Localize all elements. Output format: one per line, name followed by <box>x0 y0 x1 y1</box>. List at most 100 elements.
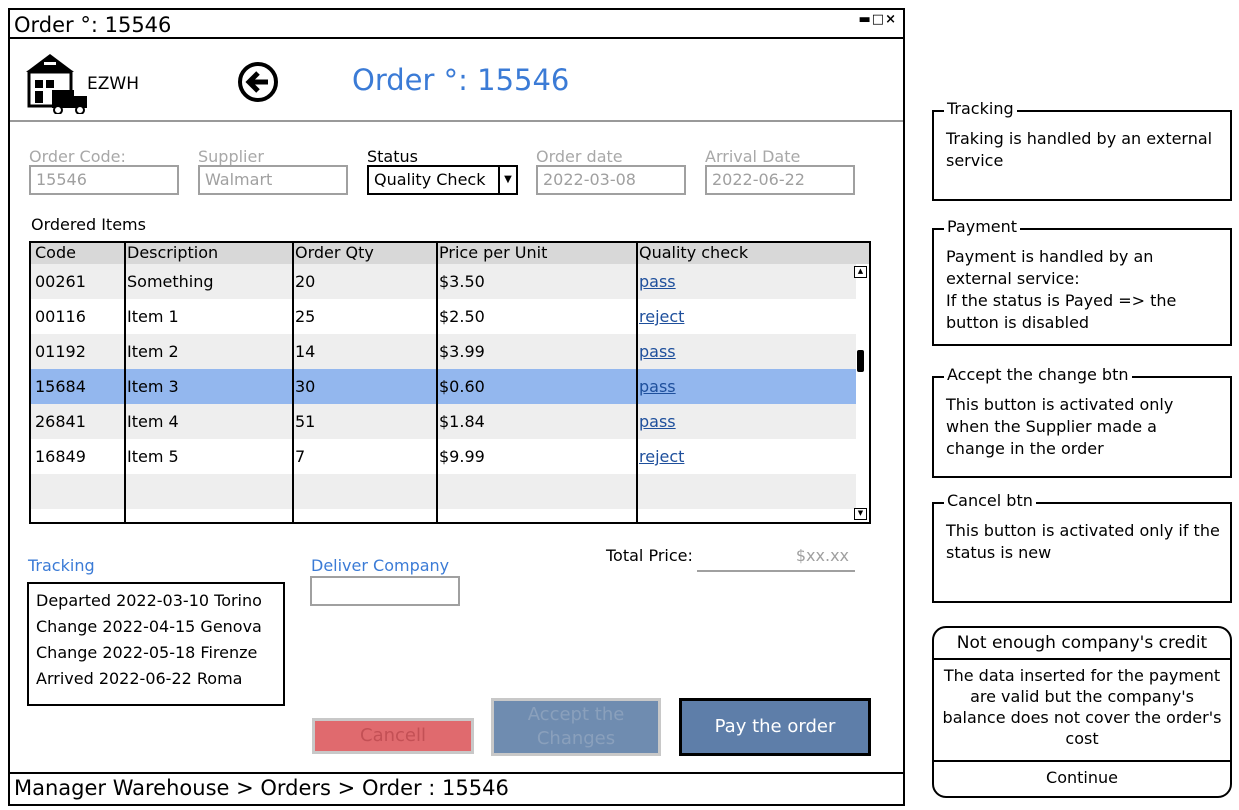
cell-code: 15684 <box>35 377 86 396</box>
cell-code: 01192 <box>35 342 86 361</box>
quality-link[interactable]: pass <box>639 377 676 396</box>
ordered-items-table: Code Description Order Qty Price per Uni… <box>29 241 871 524</box>
quality-link[interactable]: reject <box>639 307 684 326</box>
note-body: This button is activated only if the sta… <box>946 521 1220 562</box>
table-row[interactable]: 01192 Item 2 14 $3.99 pass <box>31 334 856 369</box>
quality-link[interactable]: reject <box>639 447 684 466</box>
total-price-label: Total Price: <box>606 546 693 565</box>
column-header-description[interactable]: Description <box>127 243 218 262</box>
table-row[interactable]: 00261 Something 20 $3.50 pass <box>31 264 856 299</box>
pay-order-button[interactable]: Pay the order <box>679 698 871 756</box>
window-controls: ▬□× <box>859 12 898 27</box>
note-accept-change: Accept the change btn This button is act… <box>932 365 1232 478</box>
tracking-list: Departed 2022-03-10 Torino Change 2022-0… <box>27 582 285 706</box>
column-header-price[interactable]: Price per Unit <box>439 243 547 262</box>
logo-text: EZWH <box>87 74 139 94</box>
cell-qty: 14 <box>295 342 316 361</box>
cell-description: Something <box>127 272 214 291</box>
scroll-up-icon[interactable]: ▲ <box>854 266 867 278</box>
cell-code: 00116 <box>35 307 86 326</box>
accept-changes-button[interactable]: Accept the Changes <box>491 698 661 756</box>
continue-button[interactable]: Continue <box>934 760 1230 796</box>
table-row-empty[interactable] <box>31 474 856 509</box>
minimize-icon[interactable]: ▬ <box>859 12 872 27</box>
scroll-thumb[interactable] <box>857 350 864 372</box>
table-row-empty[interactable] <box>31 509 856 522</box>
column-divider <box>292 243 294 522</box>
status-label: Status <box>367 147 418 166</box>
order-date-field[interactable]: 2022-03-08 <box>536 165 686 195</box>
table-row[interactable]: 16849 Item 5 7 $9.99 reject <box>31 439 856 474</box>
status-dropdown[interactable]: Quality Check ▼ <box>367 165 518 195</box>
arrival-date-label: Arrival Date <box>705 147 801 166</box>
quality-link[interactable]: pass <box>639 342 676 361</box>
chevron-down-icon[interactable]: ▼ <box>498 167 516 193</box>
cell-code: 00261 <box>35 272 86 291</box>
deliver-company-field[interactable] <box>310 576 460 606</box>
cell-qty: 25 <box>295 307 316 326</box>
column-divider <box>124 243 126 522</box>
breadcrumb-bar: Manager Warehouse > Orders > Order : 155… <box>10 772 903 804</box>
tracking-entry: Departed 2022-03-10 Torino <box>36 591 262 610</box>
scroll-down-icon[interactable]: ▼ <box>854 508 867 520</box>
column-divider <box>636 243 638 522</box>
cell-description: Item 1 <box>127 307 179 326</box>
page-title: Order °: 15546 <box>352 63 570 97</box>
arrival-date-field[interactable]: 2022-06-22 <box>705 165 855 195</box>
maximize-icon[interactable]: □ <box>872 12 885 27</box>
column-header-quality[interactable]: Quality check <box>639 243 748 262</box>
note-body: Payment is handled by an external servic… <box>946 247 1177 332</box>
note-tracking: Tracking Traking is handled by an extern… <box>932 99 1232 201</box>
header-divider <box>10 120 903 122</box>
credit-error-dialog: Not enough company's credit The data ins… <box>932 626 1232 798</box>
tracking-entry: Change 2022-05-18 Firenze <box>36 643 258 662</box>
tracking-entry: Arrived 2022-06-22 Roma <box>36 669 243 688</box>
ordered-items-title: Ordered Items <box>31 215 146 234</box>
note-cancel: Cancel btn This button is activated only… <box>932 491 1232 603</box>
dialog-divider <box>934 658 1230 660</box>
cell-description: Item 4 <box>127 412 179 431</box>
breadcrumb: Manager Warehouse > Orders > Order : 155… <box>14 776 509 800</box>
cell-description: Item 2 <box>127 342 179 361</box>
note-body: Traking is handled by an external servic… <box>946 129 1213 170</box>
back-arrow-icon[interactable] <box>237 61 279 103</box>
supplier-field[interactable]: Walmart <box>198 165 348 195</box>
window-title: Order °: 15546 <box>14 13 172 37</box>
table-scrollbar[interactable]: ▲ ▼ <box>852 264 869 522</box>
column-header-code[interactable]: Code <box>35 243 76 262</box>
table-row[interactable]: 00116 Item 1 25 $2.50 reject <box>31 299 856 334</box>
cell-description: Item 3 <box>127 377 179 396</box>
cell-price: $3.99 <box>439 342 485 361</box>
dialog-title: Not enough company's credit <box>956 633 1208 653</box>
cell-code: 16849 <box>35 447 86 466</box>
note-title: Cancel btn <box>944 491 1036 510</box>
cell-qty: 30 <box>295 377 316 396</box>
cell-price: $1.84 <box>439 412 485 431</box>
column-divider <box>436 243 438 522</box>
table-row-selected[interactable]: 15684 Item 3 30 $0.60 pass <box>31 369 856 404</box>
quality-link[interactable]: pass <box>639 272 676 291</box>
cell-price: $2.50 <box>439 307 485 326</box>
tracking-label: Tracking <box>28 556 95 575</box>
cell-code: 26841 <box>35 412 86 431</box>
order-code-label: Order Code: <box>29 147 126 166</box>
cell-price: $9.99 <box>439 447 485 466</box>
supplier-label: Supplier <box>198 147 264 166</box>
column-header-order-qty[interactable]: Order Qty <box>295 243 374 262</box>
order-date-label: Order date <box>536 147 623 166</box>
cell-description: Item 5 <box>127 447 179 466</box>
quality-link[interactable]: pass <box>639 412 676 431</box>
cell-price: $0.60 <box>439 377 485 396</box>
cancel-button[interactable]: Cancell <box>312 718 474 754</box>
table-row[interactable]: 26841 Item 4 51 $1.84 pass <box>31 404 856 439</box>
cell-qty: 51 <box>295 412 316 431</box>
order-code-field[interactable]: 15546 <box>29 165 179 195</box>
note-title: Tracking <box>944 99 1017 118</box>
close-icon[interactable]: × <box>885 12 897 27</box>
cell-price: $3.50 <box>439 272 485 291</box>
window-titlebar: Order °: 15546 ▬□× <box>10 10 903 39</box>
table-header: Code Description Order Qty Price per Uni… <box>31 243 869 264</box>
note-body: This button is activated only when the S… <box>946 395 1174 458</box>
deliver-company-label: Deliver Company <box>311 556 450 575</box>
dialog-message: The data inserted for the payment are va… <box>942 666 1222 748</box>
